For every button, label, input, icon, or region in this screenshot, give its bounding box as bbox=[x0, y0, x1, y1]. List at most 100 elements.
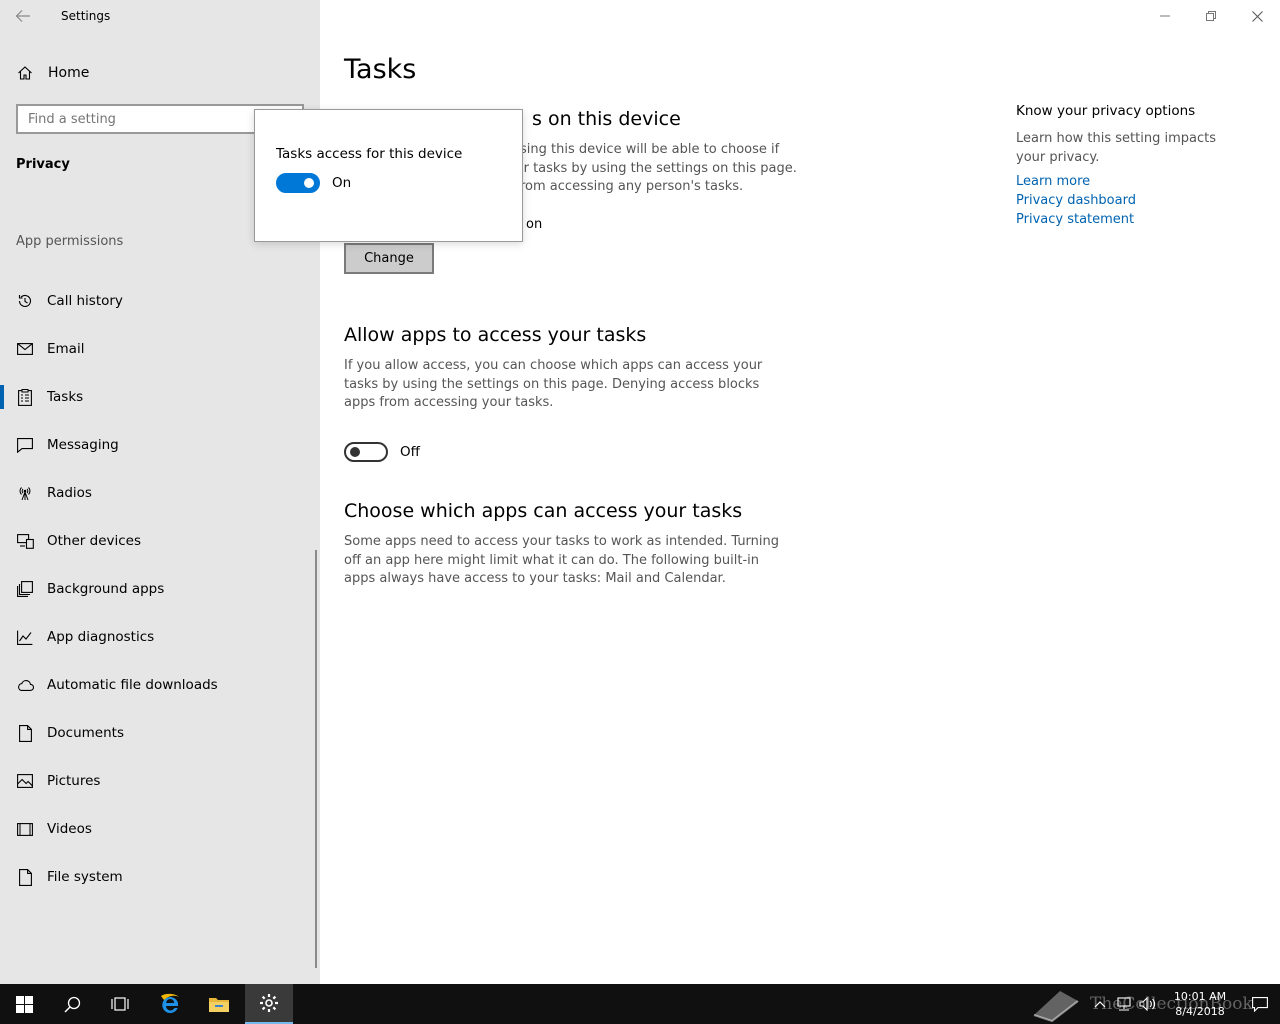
document-icon bbox=[16, 724, 34, 742]
file-explorer-button[interactable] bbox=[195, 984, 243, 1024]
back-arrow-icon bbox=[15, 10, 30, 22]
clock-time: 10:01 AM bbox=[1173, 990, 1227, 1003]
clock[interactable]: 10:01 AM 8/4/2018 bbox=[1160, 989, 1240, 1019]
tray-overflow-button[interactable] bbox=[1088, 984, 1112, 1024]
app-title: Settings bbox=[61, 9, 111, 23]
allow-apps-toggle[interactable] bbox=[344, 442, 388, 462]
start-button[interactable] bbox=[0, 984, 48, 1024]
sidebar-item-home[interactable]: Home bbox=[0, 56, 320, 90]
titlebar-left: Settings bbox=[0, 0, 320, 32]
video-icon bbox=[16, 820, 34, 838]
aside-desc: Learn how this setting impacts your priv… bbox=[1016, 131, 1216, 165]
settings-taskbar-button[interactable] bbox=[245, 984, 293, 1024]
volume-button[interactable] bbox=[1136, 984, 1160, 1024]
device-section-desc: sing this device will be able to choose … bbox=[520, 141, 820, 197]
nav-list: Call history Email Tasks Messaging Radio… bbox=[0, 277, 316, 901]
sidebar-item-messaging[interactable]: Messaging bbox=[0, 421, 316, 469]
system-tray: 10:01 AM 8/4/2018 bbox=[1088, 984, 1280, 1024]
sidebar-item-label: Videos bbox=[47, 821, 92, 837]
minimize-icon bbox=[1160, 15, 1170, 17]
picture-icon bbox=[16, 772, 34, 790]
tasks-icon bbox=[16, 388, 34, 406]
folder-icon bbox=[209, 998, 229, 1012]
device-desc-line: ir tasks by using the settings on this p… bbox=[520, 160, 797, 176]
sidebar-item-label: Email bbox=[47, 341, 85, 357]
sidebar-item-label: App diagnostics bbox=[47, 629, 155, 645]
devices-icon bbox=[16, 532, 34, 550]
sidebar-item-label: File system bbox=[47, 869, 123, 885]
close-icon bbox=[1251, 10, 1263, 22]
sidebar-item-label: Pictures bbox=[47, 773, 101, 789]
choose-section-heading: Choose which apps can access your tasks bbox=[344, 500, 743, 522]
privacy-statement-link[interactable]: Privacy statement bbox=[1016, 212, 1134, 227]
windows-logo-icon bbox=[15, 995, 33, 1013]
home-label: Home bbox=[48, 65, 90, 81]
device-desc-line: rom accessing any person's tasks. bbox=[520, 179, 744, 194]
sidebar-item-pictures[interactable]: Pictures bbox=[0, 757, 316, 805]
device-access-toggle-label: On bbox=[332, 175, 352, 191]
sidebar-item-label: Automatic file downloads bbox=[47, 677, 218, 693]
allow-section-heading: Allow apps to access your tasks bbox=[344, 324, 647, 346]
sidebar-item-label: Messaging bbox=[47, 437, 119, 453]
section-title: Privacy bbox=[16, 157, 70, 172]
home-icon bbox=[16, 64, 34, 82]
sidebar-item-radios[interactable]: Radios bbox=[0, 469, 316, 517]
aside-title: Know your privacy options bbox=[1016, 103, 1196, 119]
sidebar-item-file-system[interactable]: File system bbox=[0, 853, 316, 901]
allow-section-desc: If you allow access, you can choose whic… bbox=[344, 358, 763, 410]
search-icon bbox=[63, 996, 80, 1013]
sidebar-item-label: Tasks bbox=[47, 389, 84, 405]
minimize-button[interactable] bbox=[1142, 0, 1188, 32]
sidebar-scrollbar[interactable] bbox=[315, 550, 317, 968]
action-center-button[interactable] bbox=[1240, 984, 1280, 1024]
network-button[interactable] bbox=[1112, 984, 1136, 1024]
close-button[interactable] bbox=[1234, 0, 1280, 32]
taskbar: TheCollectionBook 10:01 AM 8/4/2018 bbox=[0, 984, 1280, 1024]
sidebar-item-label: Call history bbox=[47, 293, 123, 309]
internet-explorer-icon bbox=[161, 993, 179, 1014]
choose-section-desc: Some apps need to access your tasks to w… bbox=[344, 534, 780, 586]
sidebar-item-videos[interactable]: Videos bbox=[0, 805, 316, 853]
diagnostics-icon bbox=[16, 628, 34, 646]
task-view-button[interactable] bbox=[96, 984, 144, 1024]
file-icon bbox=[16, 868, 34, 886]
group-label: App permissions bbox=[16, 234, 124, 249]
network-icon bbox=[1117, 997, 1131, 1011]
radio-tower-icon bbox=[16, 484, 34, 502]
history-icon bbox=[16, 292, 34, 310]
task-view-icon bbox=[111, 997, 129, 1011]
device-access-toggle[interactable] bbox=[276, 173, 320, 193]
sidebar-item-app-diagnostics[interactable]: App diagnostics bbox=[0, 613, 316, 661]
device-desc-line: sing this device will be able to choose … bbox=[520, 142, 780, 157]
restore-button[interactable] bbox=[1188, 0, 1234, 32]
background-apps-icon bbox=[16, 580, 34, 598]
learn-more-link[interactable]: Learn more bbox=[1016, 174, 1090, 189]
sidebar-item-other-devices[interactable]: Other devices bbox=[0, 517, 316, 565]
clock-date: 8/4/2018 bbox=[1175, 1005, 1225, 1018]
edge-browser-button[interactable] bbox=[146, 984, 194, 1024]
change-button[interactable]: Change bbox=[344, 243, 434, 274]
notification-icon bbox=[1252, 996, 1268, 1012]
sidebar-item-tasks[interactable]: Tasks bbox=[0, 373, 316, 421]
book-icon bbox=[1033, 991, 1079, 1023]
mail-icon bbox=[16, 340, 34, 358]
cloud-icon bbox=[16, 676, 34, 694]
sidebar-item-call-history[interactable]: Call history bbox=[0, 277, 316, 325]
window-controls bbox=[1142, 0, 1280, 32]
sidebar-item-email[interactable]: Email bbox=[0, 325, 316, 373]
toggle-knob bbox=[350, 447, 360, 457]
taskbar-search-button[interactable] bbox=[48, 984, 96, 1024]
sidebar-item-label: Radios bbox=[47, 485, 92, 501]
search-input[interactable] bbox=[18, 111, 258, 127]
sidebar-item-automatic-file-downloads[interactable]: Automatic file downloads bbox=[0, 661, 316, 709]
popup-title: Tasks access for this device bbox=[276, 146, 463, 162]
device-section-heading: s on this device bbox=[532, 108, 681, 130]
gear-icon bbox=[260, 994, 278, 1012]
privacy-dashboard-link[interactable]: Privacy dashboard bbox=[1016, 193, 1136, 208]
sidebar-item-background-apps[interactable]: Background apps bbox=[0, 565, 316, 613]
toggle-knob bbox=[304, 178, 314, 188]
sidebar-item-documents[interactable]: Documents bbox=[0, 709, 316, 757]
back-button[interactable] bbox=[0, 0, 46, 32]
volume-icon bbox=[1139, 997, 1156, 1011]
sidebar-item-label: Documents bbox=[47, 725, 124, 741]
